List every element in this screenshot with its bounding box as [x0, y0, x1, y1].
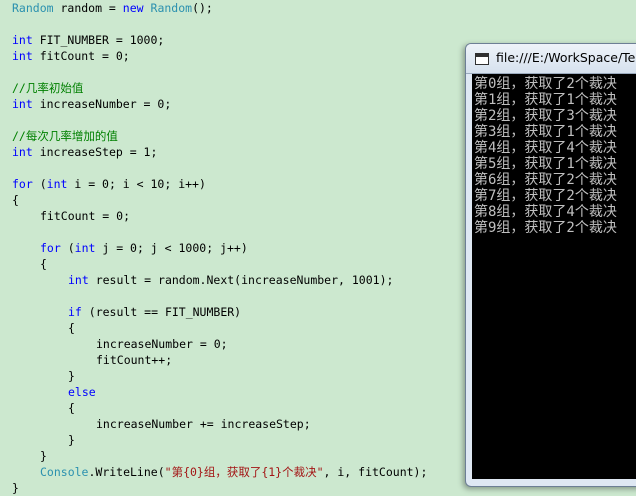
code-line: } [68, 432, 75, 448]
code-token: .WriteLine( [88, 465, 165, 479]
code-token: } [40, 449, 47, 463]
code-token: { [68, 321, 75, 335]
code-token: "第{0}组，获取了{1}个裁决" [164, 465, 324, 479]
console-output-line: 第3组，获取了1个裁决 [474, 124, 617, 140]
code-line: if (result == FIT_NUMBER) [68, 304, 241, 320]
code-token: random = [53, 1, 123, 15]
code-token: int [74, 241, 96, 255]
code-line: } [40, 448, 47, 464]
code-token: } [12, 481, 19, 495]
code-line: for (int i = 0; i < 10; i++) [12, 176, 206, 192]
console-titlebar[interactable]: file:///E:/WorkSpace/Tes [466, 44, 636, 74]
code-line: increaseNumber += increaseStep; [96, 416, 311, 432]
code-line: { [40, 256, 47, 272]
console-output-line: 第1组，获取了1个裁决 [474, 92, 617, 108]
console-output-line: 第2组，获取了3个裁决 [474, 108, 617, 124]
console-output-line: 第7组，获取了2个裁决 [474, 188, 617, 204]
code-token: int [12, 49, 33, 63]
console-output-line: 第9组，获取了2个裁决 [474, 220, 617, 236]
console-output-line: 第6组，获取了2个裁决 [474, 172, 617, 188]
console-output-line: 第4组，获取了4个裁决 [474, 140, 617, 156]
code-token: for [12, 177, 33, 191]
code-line: int result = random.Next(increaseNumber,… [68, 272, 393, 288]
code-token: (); [192, 1, 213, 15]
code-token: { [40, 257, 47, 271]
code-token: , i, fitCount); [323, 465, 428, 479]
code-line: int FIT_NUMBER = 1000; [12, 32, 164, 48]
code-token: int [46, 177, 68, 191]
code-line: fitCount++; [96, 352, 172, 368]
code-token: int [68, 273, 89, 287]
code-token: int [12, 33, 33, 47]
code-token: } [68, 433, 75, 447]
code-token: FIT_NUMBER = 1000; [32, 33, 165, 47]
code-line: //几率初始值 [12, 80, 83, 96]
code-line: fitCount = 0; [40, 208, 130, 224]
code-token: new [122, 1, 144, 15]
code-token: } [68, 369, 75, 383]
code-token: ( [60, 241, 75, 255]
code-line: increaseNumber = 0; [96, 336, 228, 352]
code-token: for [40, 241, 61, 255]
code-token: j = 0; j < 1000; j++) [95, 241, 248, 255]
console-window[interactable]: file:///E:/WorkSpace/Tes 第0组，获取了2个裁决 第1组，… [465, 43, 636, 487]
code-token: fitCount = 0; [32, 49, 130, 63]
code-line: int increaseStep = 1; [12, 144, 157, 160]
code-token: Random [12, 1, 54, 15]
console-output-line: 第8组，获取了4个裁决 [474, 204, 617, 220]
code-token: increaseStep = 1; [32, 145, 158, 159]
code-line: } [12, 480, 19, 496]
console-output-line: 第5组，获取了1个裁决 [474, 156, 617, 172]
code-token: { [68, 401, 75, 415]
code-token: { [12, 193, 19, 207]
code-token: result = random.Next(increaseNumber, 100… [88, 273, 394, 287]
code-token: fitCount++; [96, 353, 173, 367]
code-line: //每次几率增加的值 [12, 128, 118, 144]
code-token: increaseNumber = 0; [96, 337, 228, 351]
console-window-icon [475, 53, 489, 65]
console-title: file:///E:/WorkSpace/Tes [496, 50, 636, 65]
code-token: increaseNumber = 0; [32, 97, 172, 111]
code-token: //每次几率增加的值 [12, 129, 118, 143]
code-token: fitCount = 0; [40, 209, 131, 223]
code-line: for (int j = 0; j < 1000; j++) [40, 240, 248, 256]
code-line: { [12, 192, 19, 208]
code-line: { [68, 320, 75, 336]
code-token: Random [150, 1, 193, 15]
code-token: i = 0; i < 10; i++) [67, 177, 206, 191]
code-token: if [68, 305, 82, 319]
console-output: 第0组，获取了2个裁决 第1组，获取了1个裁决 第2组，获取了3个裁决 第3组，获取了… [472, 74, 636, 479]
console-output-line: 第0组，获取了2个裁决 [474, 76, 617, 92]
code-token: int [12, 97, 33, 111]
code-token: ( [32, 177, 47, 191]
code-line: Random random = new Random(); [12, 0, 213, 16]
code-line: int increaseNumber = 0; [12, 96, 171, 112]
code-token: int [12, 145, 33, 159]
code-line: { [68, 400, 75, 416]
code-token: increaseNumber += increaseStep; [96, 417, 311, 431]
code-line: Console.WriteLine("第{0}组，获取了{1}个裁决", i, … [40, 464, 427, 480]
code-token: (result == FIT_NUMBER) [81, 305, 242, 319]
code-token: //几率初始值 [12, 81, 84, 95]
code-line: } [68, 368, 75, 384]
code-token: Console [40, 465, 89, 479]
code-token: else [68, 385, 96, 399]
code-line: else [68, 384, 96, 400]
code-line: int fitCount = 0; [12, 48, 130, 64]
